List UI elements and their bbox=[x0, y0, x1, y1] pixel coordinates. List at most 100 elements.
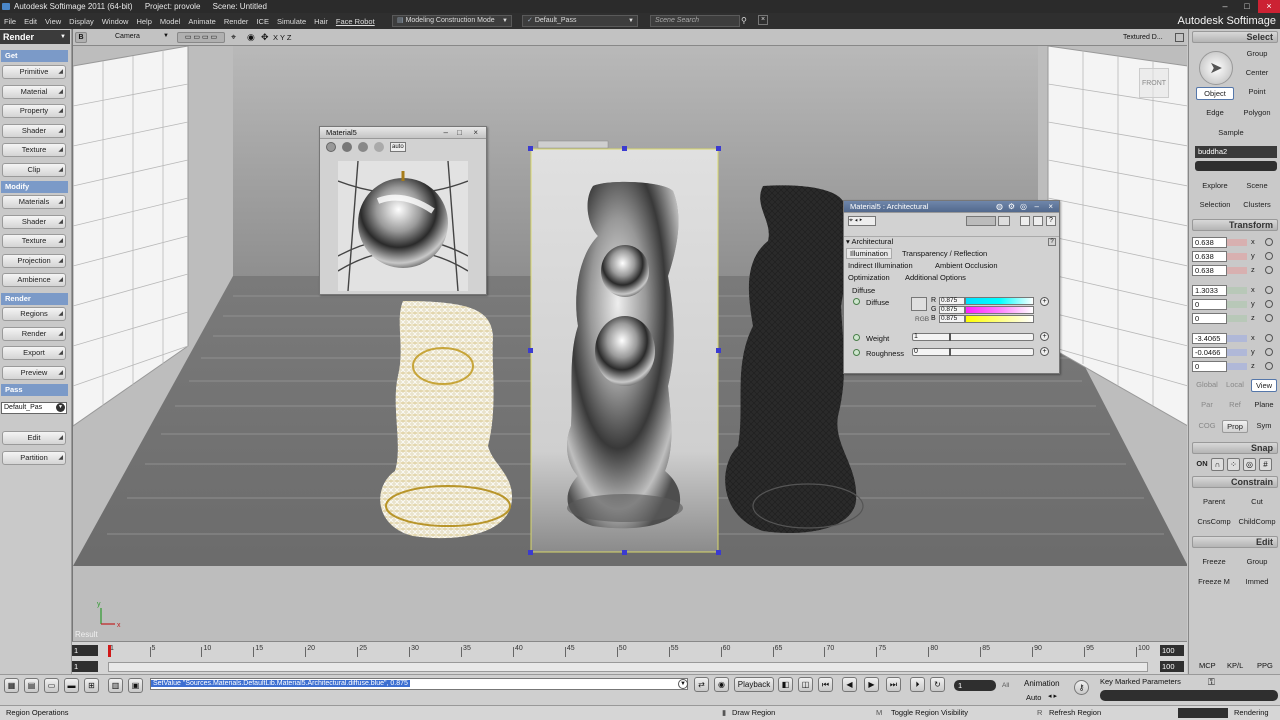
translate-y-axis-label[interactable]: y bbox=[1251, 347, 1255, 356]
last-frame-icon[interactable]: ⏵ bbox=[910, 677, 925, 692]
fast-forward-icon[interactable]: ⏭ bbox=[886, 677, 901, 692]
get-material-button[interactable]: Material ◢ bbox=[2, 84, 66, 99]
channel-b-value[interactable]: 0.875 bbox=[939, 315, 965, 323]
channel-g-value[interactable]: 0.875 bbox=[939, 306, 965, 314]
close-icon[interactable]: × bbox=[1258, 0, 1280, 13]
scale-x-field[interactable]: 0.638 bbox=[1192, 237, 1227, 248]
clusters-button[interactable]: Clusters bbox=[1238, 199, 1276, 212]
layout-icon-2[interactable]: ▤ bbox=[24, 678, 39, 693]
selection-filter-bar[interactable] bbox=[1195, 161, 1277, 171]
auto-toggle[interactable]: auto bbox=[390, 142, 406, 152]
sym-button[interactable]: Sym bbox=[1251, 420, 1277, 433]
playhead[interactable] bbox=[108, 645, 111, 657]
architectural-material-window[interactable]: Material5 : Architectural ◍ ⚙ ◎ – × ⌖ ◂ … bbox=[843, 200, 1060, 374]
script-icon[interactable]: ⇄ bbox=[694, 677, 709, 692]
maximize-icon[interactable]: □ bbox=[457, 127, 462, 139]
get-texture-button[interactable]: Texture ◢ bbox=[2, 143, 66, 157]
ref-global-button[interactable]: Global bbox=[1194, 379, 1220, 392]
tab-indirect-illumination[interactable]: Indirect Illumination bbox=[848, 261, 913, 270]
snap-grid-icon[interactable]: # bbox=[1259, 458, 1272, 471]
select-section-header[interactable]: Select bbox=[1192, 31, 1278, 43]
settings-icon[interactable]: ⚙ bbox=[1008, 201, 1015, 213]
camera-menu[interactable]: Camera ▼ bbox=[91, 32, 171, 43]
timeline-end-field[interactable]: 100 bbox=[1160, 645, 1184, 656]
translate-x-lock-icon[interactable] bbox=[1265, 334, 1273, 342]
select-sample-button[interactable]: Sample bbox=[1209, 127, 1253, 140]
marked-parameters-icon[interactable]: ⚿ bbox=[1208, 677, 1215, 688]
auto-key-arrows-icon[interactable]: ◂ ▸ bbox=[1048, 692, 1057, 700]
section-header-modify[interactable]: Modify bbox=[1, 181, 68, 193]
select-point-button[interactable]: Point bbox=[1238, 86, 1276, 99]
architectural-group-header[interactable]: ▾ Architectural ? bbox=[844, 236, 1059, 247]
tab-optimization[interactable]: Optimization bbox=[848, 273, 890, 282]
layout-icon-1[interactable]: ▦ bbox=[4, 678, 19, 693]
select-polygon-button[interactable]: Polygon bbox=[1238, 107, 1276, 120]
ppg-lock-icon[interactable] bbox=[1020, 216, 1030, 226]
view-layout-buttons[interactable]: ▭ ▭ ▭ ▭ bbox=[177, 32, 225, 43]
menu-ice[interactable]: ICE bbox=[252, 17, 273, 26]
translate-x-field[interactable]: -3.4065 bbox=[1192, 333, 1227, 344]
ref-plane-button[interactable]: Plane bbox=[1251, 399, 1277, 412]
module-selector[interactable]: Render ▼ bbox=[0, 30, 70, 44]
get-shader-button[interactable]: Shader ◢ bbox=[2, 123, 66, 138]
render-regions-button[interactable]: Regions ◢ bbox=[2, 307, 66, 321]
ppg-load-icon[interactable] bbox=[966, 216, 996, 226]
cog-button[interactable]: COG bbox=[1194, 420, 1220, 433]
ppg-save-icon[interactable] bbox=[998, 216, 1010, 226]
layout-icon-6[interactable]: ▥ bbox=[108, 678, 123, 693]
scene-button[interactable]: Scene bbox=[1238, 180, 1276, 193]
range-slider[interactable] bbox=[108, 662, 1148, 672]
layout-icon-4[interactable]: ▬ bbox=[64, 678, 79, 693]
ppg-preset-icon[interactable]: ⌖ ◂ ▸ bbox=[848, 216, 876, 226]
freeze-m-button[interactable]: Freeze M bbox=[1194, 576, 1234, 589]
layout-icon-5[interactable]: ⊞ bbox=[84, 678, 99, 693]
menu-hair[interactable]: Hair bbox=[310, 17, 332, 26]
diffuse-animate-toggle[interactable] bbox=[853, 298, 860, 305]
section-header-get[interactable]: Get bbox=[1, 50, 68, 62]
select-group-button[interactable]: Group bbox=[1238, 48, 1276, 61]
pass-partition-button[interactable]: Partition ◢ bbox=[2, 450, 66, 465]
pass-edit-button[interactable]: Edit ◢ bbox=[2, 431, 66, 445]
material-preview-window[interactable]: Material5 – □ × auto bbox=[319, 126, 487, 295]
background-icon[interactable] bbox=[374, 142, 384, 152]
scale-z-field[interactable]: 0.638 bbox=[1192, 265, 1227, 276]
section-header-pass[interactable]: Pass bbox=[1, 384, 68, 396]
ref-local-button[interactable]: Local bbox=[1222, 379, 1248, 392]
rotate-z-field[interactable]: 0 bbox=[1192, 313, 1227, 324]
key-icon[interactable]: ⚷ bbox=[1074, 680, 1089, 695]
axes-label[interactable]: X Y Z bbox=[273, 33, 291, 42]
rotate-z-axis-label[interactable]: z bbox=[1251, 313, 1255, 322]
previous-key-icon[interactable]: ◫ bbox=[798, 677, 813, 692]
minimize-icon[interactable]: – bbox=[1214, 0, 1236, 13]
refresh-icon[interactable] bbox=[326, 142, 336, 152]
animation-label[interactable]: Animation bbox=[1024, 679, 1060, 688]
ppg-help-icon[interactable]: ? bbox=[1046, 216, 1056, 226]
snap-magnet-icon[interactable]: ∩ bbox=[1211, 458, 1224, 471]
all-label[interactable]: All bbox=[1002, 682, 1009, 689]
playback-menu[interactable]: Playback bbox=[734, 677, 774, 692]
edit-section-header[interactable]: Edit bbox=[1192, 536, 1278, 548]
channel-r-value[interactable]: 0.875 bbox=[939, 297, 965, 305]
timeline-current-field[interactable]: 1 bbox=[72, 661, 98, 672]
rotate-x-axis-label[interactable]: x bbox=[1251, 285, 1255, 294]
channel-b-slider[interactable] bbox=[965, 315, 1034, 323]
menu-help[interactable]: Help bbox=[132, 17, 155, 26]
scale-y-lock-icon[interactable] bbox=[1265, 252, 1273, 260]
scale-y-axis-label[interactable]: y bbox=[1251, 251, 1255, 260]
tab-ambient-occlusion[interactable]: Ambient Occlusion bbox=[935, 261, 998, 270]
frame-icon[interactable]: ⌖ bbox=[231, 32, 236, 43]
rewind-icon[interactable]: ⏮ bbox=[818, 677, 833, 692]
play-forward-icon[interactable]: ▶ bbox=[864, 677, 879, 692]
section-header-render[interactable]: Render bbox=[1, 293, 68, 305]
help-icon[interactable]: ◍ bbox=[996, 201, 1003, 213]
tab-transparency-reflection[interactable]: Transparency / Reflection bbox=[902, 249, 987, 258]
weight-connect-icon[interactable]: + bbox=[1040, 332, 1049, 341]
ref-view-button[interactable]: View bbox=[1251, 379, 1277, 392]
render-export-button[interactable]: Export ◢ bbox=[2, 346, 66, 360]
rgb-mode-label[interactable]: RGB bbox=[915, 316, 929, 323]
viewport-options-icon[interactable] bbox=[1175, 33, 1184, 42]
minimize-icon[interactable]: – bbox=[1035, 201, 1039, 213]
ref-ref-button[interactable]: Ref bbox=[1222, 399, 1248, 412]
rotate-y-axis-label[interactable]: y bbox=[1251, 299, 1255, 308]
immed-button[interactable]: Immed bbox=[1237, 576, 1277, 589]
